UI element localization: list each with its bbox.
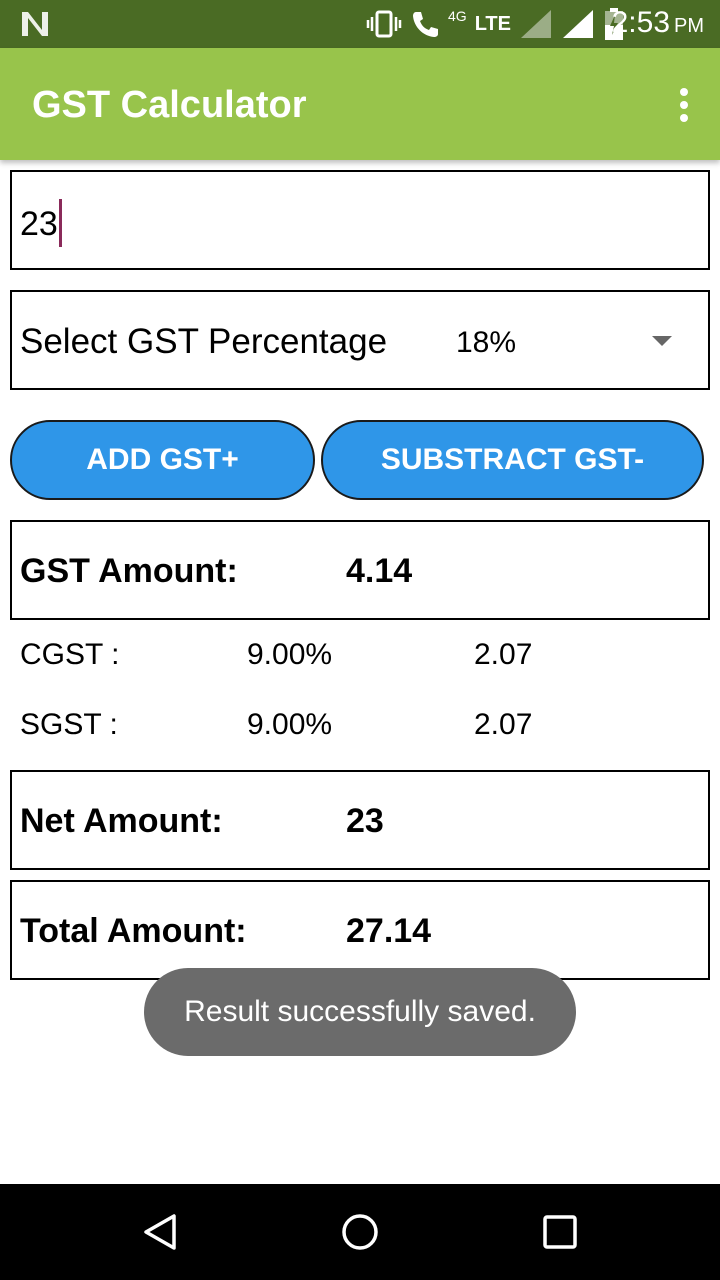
amount-input[interactable]: 23 [10, 170, 710, 270]
subtract-gst-button[interactable]: SUBSTRACT GST- [321, 420, 704, 500]
net-amount-value: 23 [346, 802, 384, 840]
cgst-row: CGST : 9.00% 2.07 [20, 638, 700, 678]
network-sub-label: 4G [448, 8, 467, 24]
total-amount-box: Total Amount: 27.14 [10, 880, 710, 980]
gst-amount-box: GST Amount: 4.14 [10, 520, 710, 620]
gst-amount-label: GST Amount: [20, 552, 238, 590]
gst-select-label: Select GST Percentage [20, 322, 388, 361]
amount-input-field[interactable]: 23 [20, 199, 62, 250]
dropdown-arrow-icon[interactable] [652, 336, 672, 346]
time-ampm: PM [674, 15, 704, 37]
total-amount-value: 27.14 [346, 912, 432, 950]
network-label: LTE [474, 12, 511, 35]
status-time: 2:53 PM [612, 6, 704, 40]
signal-icon [520, 10, 551, 38]
signal-full-icon [562, 10, 593, 38]
sgst-rate: 9.00% [247, 708, 333, 741]
app-bar: GST Calculator [0, 48, 720, 160]
home-icon[interactable] [340, 1212, 380, 1252]
amount-input-value: 23 [20, 204, 58, 243]
text-cursor [58, 199, 62, 247]
n-logo-icon [22, 12, 48, 36]
gst-amount-value: 4.14 [346, 552, 413, 590]
navigation-bar [0, 1184, 720, 1280]
gst-percentage-select[interactable]: Select GST Percentage 18% [10, 290, 710, 390]
call-icon [413, 12, 438, 37]
total-amount-label: Total Amount: [20, 912, 247, 950]
net-amount-box: Net Amount: 23 [10, 770, 710, 870]
cgst-label: CGST : [20, 638, 120, 671]
sgst-row: SGST : 9.00% 2.07 [20, 708, 700, 748]
vibrate-icon [366, 10, 402, 38]
system-icons: 4G LTE [366, 8, 625, 40]
add-gst-button[interactable]: ADD GST+ [10, 420, 315, 500]
cgst-value: 2.07 [474, 638, 533, 671]
net-amount-label: Net Amount: [20, 802, 223, 840]
recents-icon[interactable] [540, 1212, 580, 1252]
toast-message: Result successfully saved. [144, 968, 576, 1056]
status-bar: 4G LTE 2:53 PM [0, 0, 720, 48]
time-text: 2:53 [611, 6, 670, 39]
back-icon[interactable] [140, 1212, 180, 1252]
gst-select-value[interactable]: 18% [456, 326, 516, 360]
app-title: GST Calculator [32, 84, 307, 126]
sgst-value: 2.07 [474, 708, 533, 741]
cgst-rate: 9.00% [247, 638, 333, 671]
sgst-label: SGST : [20, 708, 118, 741]
more-vert-icon[interactable] [678, 88, 690, 122]
